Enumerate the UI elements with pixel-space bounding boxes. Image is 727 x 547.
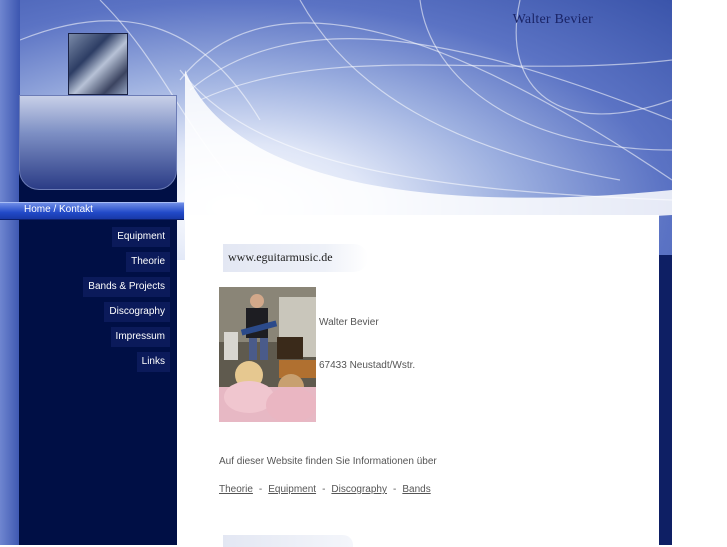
link-separator: - xyxy=(258,484,263,495)
nav-item-theorie[interactable]: Theorie xyxy=(126,252,170,272)
contact-city: 67433 Neustadt/Wstr. xyxy=(319,360,416,371)
link-equipment[interactable]: Equipment xyxy=(268,484,316,495)
sidebar-header-panel xyxy=(19,95,177,190)
guitarist-photo-icon xyxy=(219,287,316,422)
topic-links: Theorie - Equipment - Discography - Bands xyxy=(219,484,431,495)
intro-text: Auf dieser Website finden Sie Informatio… xyxy=(219,456,437,467)
bottom-banner xyxy=(223,535,353,547)
nav-item-bands-projects[interactable]: Bands & Projects xyxy=(83,277,170,297)
contact-name: Walter Bevier xyxy=(319,317,379,328)
nav-item-home-kontakt[interactable]: Home / Kontakt xyxy=(24,204,93,215)
portrait-photo xyxy=(219,287,316,422)
nav-item-discography[interactable]: Discography xyxy=(104,302,170,322)
nav-item-impressum[interactable]: Impressum xyxy=(110,327,170,347)
site-url: www.eguitarmusic.de xyxy=(228,250,333,264)
link-separator: - xyxy=(393,484,397,495)
link-theorie[interactable]: Theorie xyxy=(219,484,253,495)
link-discography[interactable]: Discography xyxy=(331,484,387,495)
left-edge-strip xyxy=(0,0,20,545)
nav-item-links[interactable]: Links xyxy=(136,352,170,372)
link-separator: - xyxy=(322,484,326,495)
site-title: Walter Bevier xyxy=(512,12,593,27)
nav-item-equipment[interactable]: Equipment xyxy=(112,227,170,247)
guitar-thumbnail-image xyxy=(68,33,128,95)
right-edge-strip xyxy=(659,255,672,545)
link-bands[interactable]: Bands xyxy=(402,484,430,495)
